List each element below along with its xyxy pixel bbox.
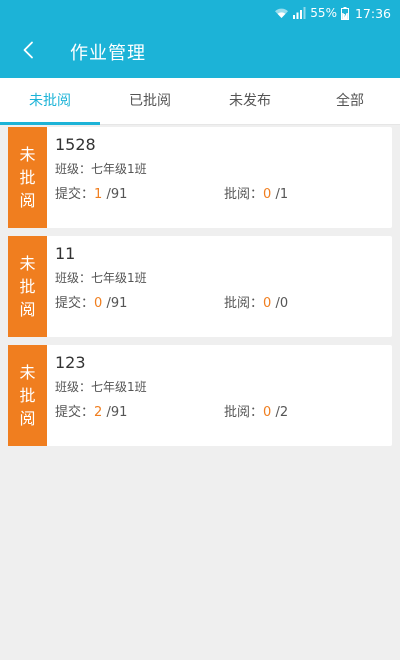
tab-reviewed[interactable]: 已批阅 <box>100 78 200 124</box>
class-label: 班级：七年级1班 <box>55 162 147 176</box>
submit-count: 2 <box>94 405 103 420</box>
submit-label: 提交： <box>55 405 95 420</box>
review-count: 0 <box>263 405 272 420</box>
status-badge: 未 批 阅 <box>8 345 47 446</box>
chevron-left-icon <box>22 41 34 63</box>
review-label: 批阅： <box>224 296 264 311</box>
battery-percent: 55% <box>310 6 337 20</box>
submit-count: 0 <box>94 296 103 311</box>
submit-stat: 提交：2 /91 <box>55 401 127 420</box>
submit-total: /91 <box>106 405 128 420</box>
status-icons: 55% 17:36 <box>274 5 391 21</box>
tab-bar: 未批阅 已批阅 未发布 全部 <box>0 78 400 125</box>
badge-char: 阅 <box>19 300 36 319</box>
homework-card[interactable]: 未 批 阅 11 班级：七年级1班 提交：0 /91 批阅：0 /0 <box>8 236 392 337</box>
status-badge: 未 批 阅 <box>8 236 47 337</box>
header-bar: 55% 17:36 作业管理 <box>0 0 400 78</box>
back-button[interactable] <box>12 36 44 68</box>
badge-char: 未 <box>19 363 36 382</box>
status-bar: 55% 17:36 <box>0 0 400 26</box>
page-title: 作业管理 <box>70 43 146 64</box>
badge-char: 批 <box>19 277 36 296</box>
badge-char: 批 <box>19 168 36 187</box>
submit-stat: 提交：1 /91 <box>55 183 127 202</box>
status-badge: 未 批 阅 <box>8 127 47 228</box>
submit-total: /91 <box>106 187 128 202</box>
review-label: 批阅： <box>224 187 264 202</box>
tab-unpublished[interactable]: 未发布 <box>200 78 300 124</box>
review-total: /0 <box>275 296 289 311</box>
submit-total: /91 <box>106 296 128 311</box>
tab-unreviewed[interactable]: 未批阅 <box>0 78 100 125</box>
homework-title: 11 <box>55 244 76 263</box>
badge-char: 未 <box>19 254 36 273</box>
tab-all[interactable]: 全部 <box>300 78 400 124</box>
review-count: 0 <box>263 296 272 311</box>
submit-label: 提交： <box>55 296 95 311</box>
homework-title: 123 <box>55 353 86 372</box>
review-stat: 批阅：0 /0 <box>224 292 288 311</box>
submit-stat: 提交：0 /91 <box>55 292 127 311</box>
submit-label: 提交： <box>55 187 95 202</box>
app-bar: 作业管理 <box>0 26 400 78</box>
homework-title: 1528 <box>55 135 96 154</box>
badge-char: 阅 <box>19 191 36 210</box>
review-total: /1 <box>275 187 289 202</box>
class-label: 班级：七年级1班 <box>55 380 147 394</box>
badge-char: 批 <box>19 386 36 405</box>
homework-list: 未 批 阅 1528 班级：七年级1班 提交：1 /91 批阅：0 /1 未 批… <box>8 127 392 454</box>
submit-count: 1 <box>94 187 103 202</box>
review-count: 0 <box>263 187 272 202</box>
battery-charging-icon <box>340 6 349 20</box>
badge-char: 阅 <box>19 409 36 428</box>
signal-icon <box>293 7 306 19</box>
wifi-icon <box>274 7 289 19</box>
badge-char: 未 <box>19 145 36 164</box>
homework-card[interactable]: 未 批 阅 123 班级：七年级1班 提交：2 /91 批阅：0 /2 <box>8 345 392 446</box>
review-total: /2 <box>275 405 289 420</box>
review-stat: 批阅：0 /1 <box>224 183 288 202</box>
class-label: 班级：七年级1班 <box>55 271 147 285</box>
clock: 17:36 <box>354 5 391 21</box>
review-label: 批阅： <box>224 405 264 420</box>
review-stat: 批阅：0 /2 <box>224 401 288 420</box>
homework-card[interactable]: 未 批 阅 1528 班级：七年级1班 提交：1 /91 批阅：0 /1 <box>8 127 392 228</box>
